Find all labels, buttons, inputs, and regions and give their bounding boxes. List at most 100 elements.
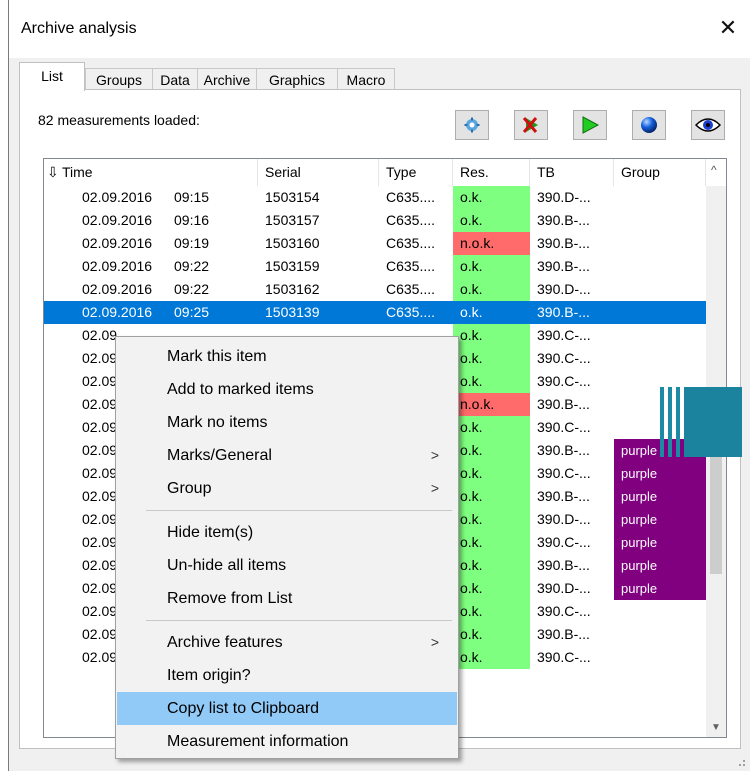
tab-macro[interactable]: Macro [337,68,395,90]
menu-item-archive-features[interactable]: Archive features > [117,626,457,659]
menu-item-label: Mark this item [167,348,267,365]
cell-res: o.k. [453,347,530,370]
cell-group [614,623,706,646]
column-header-type[interactable]: Type [379,159,453,186]
menu-item-label: Measurement information [167,733,349,750]
column-header-time[interactable]: ⇩ Time [44,159,258,186]
cell-tb: 390.B-... [537,304,590,320]
close-button[interactable]: ✕ [705,10,750,46]
cell-res: o.k. [453,554,530,577]
column-header-group[interactable]: Group [614,159,706,186]
menu-item-measurement-information[interactable]: Measurement information [117,725,457,758]
cell-date: 02.09.2016 [82,281,153,297]
menu-item-label: Hide item(s) [167,524,254,541]
vertical-scrollbar[interactable]: ▲ ▼ [706,166,726,737]
menu-item-group[interactable]: Group > [117,472,457,505]
run-stop-button[interactable] [514,110,548,140]
table-row[interactable]: 02.09.2016 09:22 1503159 C635.... o.k. 390.B-… [44,255,706,278]
menu-item-hide-item-s[interactable]: Hide item(s) [117,516,457,549]
menu-item-copy-list-to-clipboard[interactable]: Copy list to Clipboard [117,692,457,725]
cell-group: purple [614,462,706,485]
cell-group [614,278,706,301]
cell-group [614,646,706,669]
cell-time: 09:15 [174,189,210,205]
column-header-res[interactable]: Res. [453,159,530,186]
cell-tb: 390.C-... [537,327,591,343]
table-row[interactable]: 02.09.2016 09:22 1503162 C635.... o.k. 390.D-… [44,278,706,301]
menu-separator [146,510,452,511]
tab-data[interactable]: Data [152,68,198,90]
menu-item-mark-this-item[interactable]: Mark this item [117,340,457,373]
menu-item-add-to-marked-items[interactable]: Add to marked items [117,373,457,406]
column-header-tb[interactable]: TB [530,159,614,186]
cell-tb: 390.D-... [537,580,591,596]
cell-group [614,232,706,255]
cell-type: C635.... [386,281,436,297]
decorative-logo-graphic [660,387,742,457]
tab-groups[interactable]: Groups [85,68,153,90]
cell-type: C635.... [386,258,436,274]
context-menu: Mark this item Add to marked items Mark no… [115,336,459,759]
cell-group [614,600,706,623]
tab-graphics[interactable]: Graphics [256,68,338,90]
cell-group [614,301,706,324]
cell-group [614,209,706,232]
menu-item-mark-no-items[interactable]: Mark no items [117,406,457,439]
cell-tb: 390.C-... [537,419,591,435]
cell-serial: 1503162 [265,281,320,297]
cell-time: 09:19 [174,235,210,251]
table-row[interactable]: 02.09.2016 09:16 1503157 C635.... o.k. 390.B-… [44,209,706,232]
submenu-arrow-icon: > [430,634,439,650]
cell-tb: 390.D-... [537,189,591,205]
menu-item-remove-from-list[interactable]: Remove from List [117,582,457,615]
cell-tb: 390.C-... [537,465,591,481]
window-title: Archive analysis [21,20,137,37]
table-row[interactable]: 02.09.2016 09:15 1503154 C635.... o.k. 390.D-… [44,186,706,209]
cell-date: 02.09.2016 [82,304,153,320]
cell-type: C635.... [386,304,436,320]
play-button[interactable] [573,110,607,140]
cell-tb: 390.B-... [537,212,590,228]
cell-serial: 1503157 [265,212,320,228]
cell-tb: 390.C-... [537,534,591,550]
cell-type: C635.... [386,235,436,251]
cell-res: o.k. [453,278,530,301]
view-button[interactable] [691,110,725,140]
tab-list[interactable]: List [19,62,85,91]
scroll-up-area[interactable]: ^ [706,159,726,186]
menu-item-label: Un-hide all items [167,557,287,574]
cell-res: o.k. [453,646,530,669]
cell-tb: 390.B-... [537,442,590,458]
settings-button[interactable] [455,110,489,140]
cell-res: n.o.k. [453,232,530,255]
cell-tb: 390.B-... [537,626,590,642]
settings-gear-icon [464,117,480,133]
column-header-serial[interactable]: Serial [258,159,379,186]
eye-icon [695,118,721,132]
scroll-down-icon[interactable]: ▼ [710,722,722,736]
cell-res: o.k. [453,416,530,439]
cell-group: purple [614,531,706,554]
globe-button[interactable] [632,110,666,140]
menu-item-label: Archive features [167,634,283,651]
menu-item-un-hide-all-items[interactable]: Un-hide all items [117,549,457,582]
close-icon: ✕ [718,15,738,40]
submenu-arrow-icon: > [430,480,439,496]
cell-time: 09:22 [174,258,210,274]
cell-serial: 1503160 [265,235,320,251]
cell-time: 09:16 [174,212,210,228]
resize-grip-icon[interactable] [734,755,746,767]
menu-item-marks-general[interactable]: Marks/General > [117,439,457,472]
cell-res: o.k. [453,439,530,462]
table-row[interactable]: 02.09.2016 09:25 1503139 C635.... o.k. 390.B-… [44,301,706,324]
cell-group: purple [614,577,706,600]
menu-separator [146,620,452,621]
submenu-arrow-icon: > [430,447,439,463]
cell-type: C635.... [386,189,436,205]
table-row[interactable]: 02.09.2016 09:19 1503160 C635.... n.o.k. 390.… [44,232,706,255]
menu-item-item-origin[interactable]: Item origin? [117,659,457,692]
tab-archive[interactable]: Archive [197,68,257,90]
cell-tb: 390.B-... [537,557,590,573]
cell-tb: 390.B-... [537,488,590,504]
menu-item-label: Group [167,480,212,497]
